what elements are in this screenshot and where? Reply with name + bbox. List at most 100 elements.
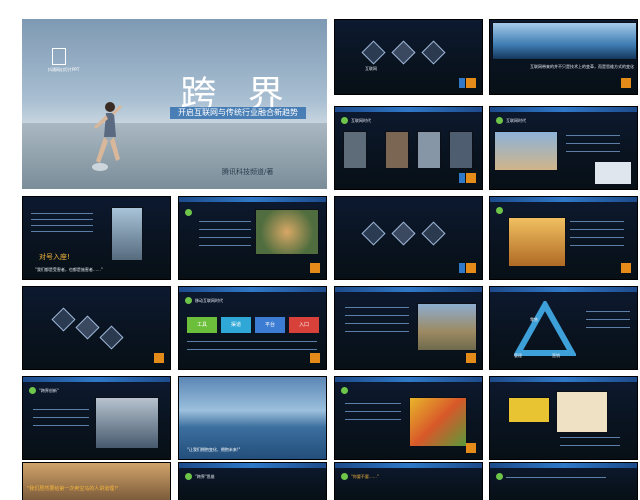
- nav-square: [466, 353, 476, 363]
- bullet-icon: [341, 473, 348, 480]
- slide-thumbnail-2[interactable]: 互联网: [334, 19, 483, 95]
- goods-photo: [508, 217, 566, 267]
- text-line: [31, 213, 93, 214]
- nav-square: [459, 173, 465, 183]
- bullet-icon: [341, 117, 348, 124]
- diagram-label: 营销: [552, 353, 560, 358]
- text-line: [31, 225, 93, 226]
- nav-square: [466, 443, 476, 453]
- quote-label: 对号入座!: [39, 253, 70, 261]
- bullet-icon: [496, 117, 503, 124]
- diamond-photo: [361, 221, 386, 246]
- diagram-label: 管理: [514, 353, 522, 358]
- slide-header: "跨界创新": [39, 388, 59, 393]
- slide-topbar: [23, 377, 170, 382]
- slide-thumbnail-5[interactable]: 互联网时代: [489, 106, 638, 190]
- text-line: [570, 245, 624, 246]
- iceberg-photo: [492, 22, 637, 60]
- text-line: [187, 349, 317, 350]
- text-line: [199, 221, 251, 222]
- text-line: [345, 403, 401, 404]
- slide-thumbnail-19[interactable]: "跨界"思维: [178, 462, 327, 500]
- text-line: [199, 237, 251, 238]
- bullet-icon: [341, 387, 348, 394]
- slide-thumbnail-6[interactable]: 对号入座! "我们都是受害者，也都是施害者……": [22, 196, 171, 280]
- slide-thumbnail-3[interactable]: 互联网带来的并不只是技术上的变革，而是思维方式的变化: [489, 19, 638, 95]
- slide-thumbnail-15[interactable]: "让我们拥抱变化、拥抱未来!": [178, 376, 327, 460]
- slide-thumbnail-18[interactable]: "我们居然要给第一次卖宝马的人讲道理!": [22, 462, 171, 500]
- nav-square: [459, 78, 465, 88]
- text-line: [187, 341, 317, 342]
- step-entry: 入口: [289, 317, 319, 333]
- diamond-photo: [99, 325, 124, 350]
- text-line: [570, 237, 624, 238]
- slide-topbar: [179, 287, 326, 292]
- slide-thumbnail-10[interactable]: [22, 286, 171, 370]
- slide-thumbnail-8[interactable]: [334, 196, 483, 280]
- slide-topbar: [335, 377, 482, 382]
- slide-thumbnail-12[interactable]: [334, 286, 483, 370]
- text-line: [345, 331, 409, 332]
- slide-topbar: [490, 107, 637, 112]
- slide-thumbnail-20[interactable]: "你要不要……": [334, 462, 483, 500]
- slide-caption: "让我们拥抱变化、拥抱未来!": [187, 447, 241, 452]
- slide-thumbnail-4[interactable]: 互联网时代: [334, 106, 483, 190]
- step-channel: 渠道: [221, 317, 251, 333]
- text-line: [31, 219, 93, 220]
- bullet-icon: [496, 207, 503, 214]
- bullet-icon: [185, 297, 192, 304]
- slide-topbar: [335, 287, 482, 292]
- diver-photo: [111, 207, 143, 261]
- text-line: [566, 135, 620, 136]
- slide-thumbnail-9[interactable]: [489, 196, 638, 280]
- slide-thumbnail-14[interactable]: "跨界创新": [22, 376, 171, 460]
- slide-thumbnail-21[interactable]: [489, 462, 638, 500]
- slide-topbar: [179, 463, 326, 468]
- slide-header: "跨界"思维: [195, 474, 215, 479]
- slide-label: 互联网: [365, 66, 377, 71]
- diamond-photo: [75, 315, 100, 340]
- slide-topbar: [179, 197, 326, 202]
- nav-square: [466, 173, 476, 183]
- slide-header: 互联网时代: [351, 118, 371, 123]
- bullet-icon: [29, 387, 36, 394]
- surfer-photo: [95, 397, 159, 449]
- text-line: [570, 221, 624, 222]
- diamond-photo: [391, 40, 416, 65]
- landscape-photo: [494, 131, 558, 171]
- brand-logo-photo: [508, 397, 550, 423]
- hero-author: 腾讯科技频道/著: [222, 168, 274, 176]
- slide-thumbnail-17[interactable]: [489, 376, 638, 460]
- slide-topbar: [490, 377, 637, 382]
- slide-thumbnail-7[interactable]: [178, 196, 327, 280]
- slide-thumbnail-11[interactable]: 移动互联网时代 工具 渠道 平台 入口: [178, 286, 327, 370]
- slide-thumbnail-13[interactable]: 零售 管理 营销: [489, 286, 638, 370]
- swimmer-photo: [255, 209, 319, 255]
- step-platform: 平台: [255, 317, 285, 333]
- slide-topbar: [335, 463, 482, 468]
- text-line: [570, 229, 624, 230]
- diamond-photo: [421, 221, 446, 246]
- banner-photo: [23, 463, 170, 500]
- slide-thumbnail-1[interactable]: 抖通网幻灯片PPT 跨 界 开启互联网与传统行业融合新趋势 腾讯科技频道/著: [22, 19, 327, 189]
- slide-topbar: [490, 197, 637, 202]
- step-tool: 工具: [187, 317, 217, 333]
- slide-thumbnail-16[interactable]: [334, 376, 483, 460]
- text-line: [345, 411, 401, 412]
- text-line: [560, 437, 620, 438]
- logo-text: 抖通网幻灯片PPT: [48, 67, 80, 72]
- runner-figure: [92, 102, 122, 171]
- text-line: [199, 229, 251, 230]
- nav-square: [310, 353, 320, 363]
- phone-photo: [343, 131, 367, 169]
- text-line: [345, 307, 409, 308]
- cubes-photo: [409, 397, 467, 447]
- group-photo: [417, 131, 441, 169]
- text-line: [33, 417, 89, 418]
- bullet-icon: [185, 209, 192, 216]
- text-line: [345, 315, 409, 316]
- text-line: [566, 151, 620, 152]
- slide-header: 移动互联网时代: [195, 298, 223, 303]
- logo-icon: [52, 48, 66, 65]
- text-line: [31, 231, 93, 232]
